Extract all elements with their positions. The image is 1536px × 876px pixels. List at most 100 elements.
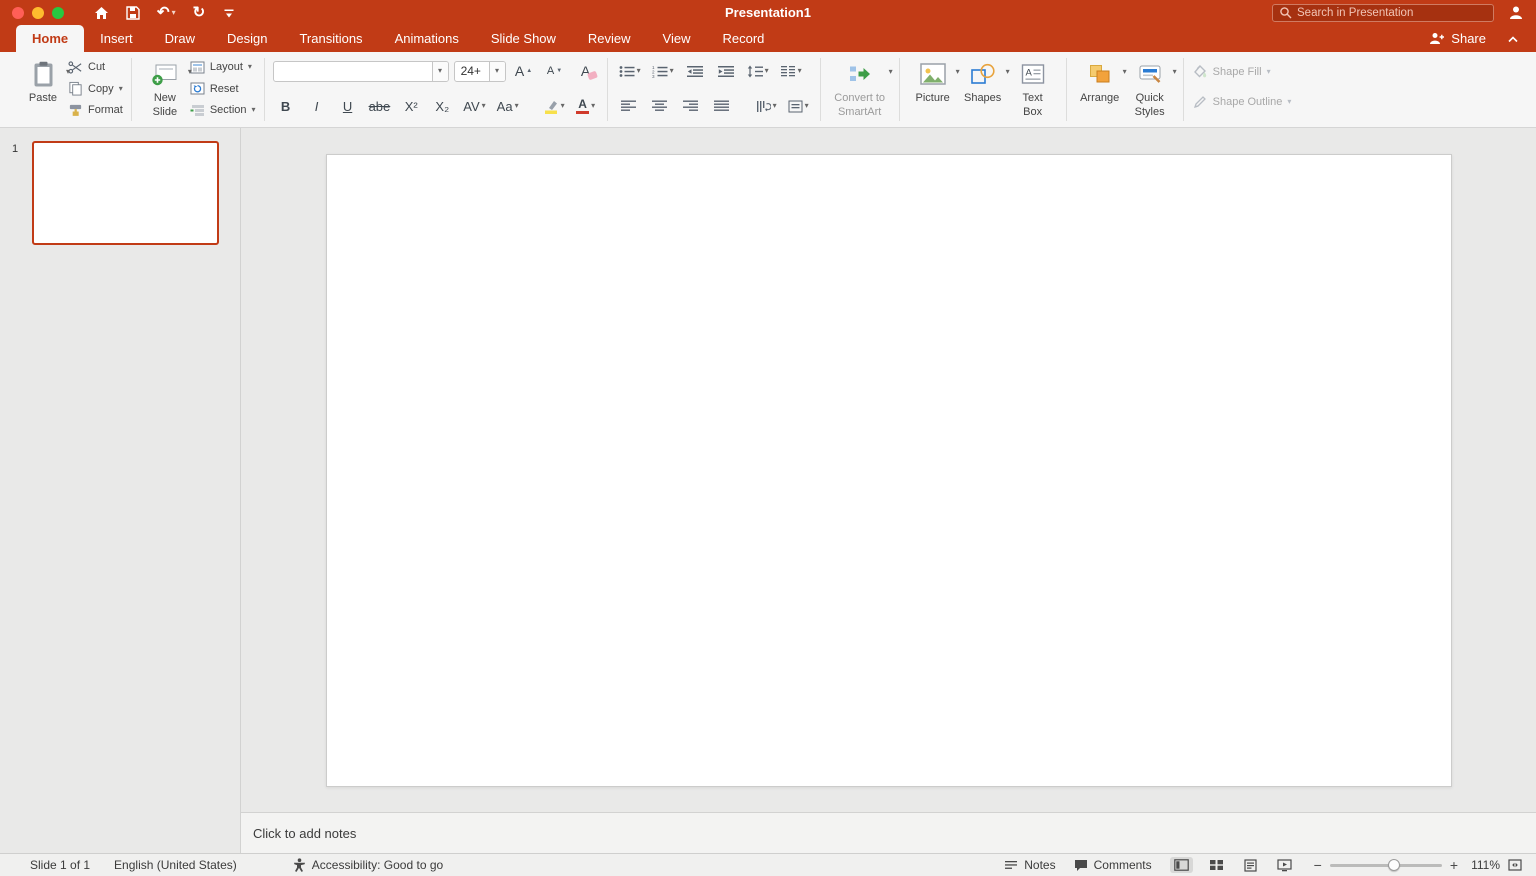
bullets-dropdown-icon[interactable]: ▾ [637, 67, 641, 75]
view-slide-sorter-button[interactable] [1205, 857, 1228, 873]
character-spacing-button[interactable]: AV ▾ [460, 95, 488, 117]
format-painter-button[interactable]: Format [68, 102, 123, 118]
new-slide-button[interactable]: New Slide ▾ [140, 52, 190, 127]
new-slide-dropdown-icon[interactable]: ▾ [188, 68, 192, 76]
slide-thumbnail-1[interactable] [32, 141, 219, 245]
bullets-button[interactable]: ▾ [616, 60, 644, 82]
notes-toggle-button[interactable]: Notes [1004, 858, 1055, 872]
convert-to-smartart-button[interactable]: Convert to SmartArt ▾ [829, 52, 891, 127]
justify-button[interactable] [709, 95, 735, 117]
text-direction-button[interactable]: ▾ [753, 95, 780, 117]
reset-button[interactable]: Reset [190, 81, 256, 97]
font-color-dropdown-icon[interactable]: ▾ [591, 102, 595, 110]
line-spacing-button[interactable]: ▾ [744, 60, 772, 82]
comments-toggle-button[interactable]: Comments [1074, 858, 1152, 872]
tab-record[interactable]: Record [707, 25, 781, 52]
notes-placeholder[interactable]: Click to add notes [253, 826, 356, 841]
tab-view[interactable]: View [647, 25, 707, 52]
decrease-indent-button[interactable] [682, 60, 708, 82]
increase-font-size-button[interactable]: A▲ [511, 60, 537, 82]
redo-button[interactable]: ↻ [193, 5, 206, 20]
superscript-button[interactable]: X² [398, 95, 424, 117]
share-button[interactable]: Share [1429, 31, 1486, 46]
tab-animations[interactable]: Animations [379, 25, 475, 52]
shapes-button[interactable]: Shapes ▾ [958, 52, 1008, 127]
strikethrough-button[interactable]: abe [366, 95, 394, 117]
layout-button[interactable]: Layout ▾ [190, 59, 256, 75]
view-normal-button[interactable] [1170, 857, 1193, 873]
slide-count[interactable]: Slide 1 of 1 [30, 858, 90, 872]
language-selector[interactable]: English (United States) [114, 858, 237, 872]
font-color-button[interactable]: A ▾ [573, 95, 599, 117]
layout-dropdown-icon[interactable]: ▾ [248, 63, 252, 71]
zoom-level[interactable]: 111% [1466, 858, 1500, 872]
copy-dropdown-icon[interactable]: ▾ [119, 85, 123, 93]
fullscreen-window-button[interactable] [52, 7, 64, 19]
copy-button[interactable]: Copy ▾ [68, 81, 123, 97]
paste-button[interactable]: Paste ▾ [18, 52, 68, 127]
zoom-in-button[interactable]: + [1450, 858, 1458, 872]
home-quick-button[interactable] [94, 6, 109, 20]
align-right-button[interactable] [678, 95, 704, 117]
minimize-window-button[interactable] [32, 7, 44, 19]
tab-slide-show[interactable]: Slide Show [475, 25, 572, 52]
account-button[interactable] [1508, 5, 1524, 20]
align-left-button[interactable] [616, 95, 642, 117]
search-input[interactable] [1297, 7, 1487, 19]
customize-toolbar-button[interactable] [222, 6, 236, 20]
accessibility-checker[interactable]: Accessibility: Good to go [293, 858, 443, 872]
columns-button[interactable]: ▾ [777, 60, 805, 82]
shape-outline-button[interactable]: Shape Outline ▾ [1192, 94, 1292, 110]
decrease-font-size-button[interactable]: A▼ [542, 60, 568, 82]
zoom-slider-knob[interactable] [1388, 859, 1400, 871]
undo-button[interactable]: ↶ ▾ [157, 5, 176, 20]
cut-button[interactable]: Cut [68, 59, 123, 75]
arrange-button[interactable]: Arrange ▾ [1075, 52, 1125, 127]
tab-transitions[interactable]: Transitions [283, 25, 378, 52]
align-text-dropdown-icon[interactable]: ▾ [805, 102, 809, 110]
fit-slide-to-window-button[interactable] [1508, 859, 1522, 871]
font-name-select[interactable]: ▾ [273, 61, 449, 82]
paste-dropdown-icon[interactable]: ▾ [66, 68, 70, 76]
align-text-button[interactable]: ▾ [785, 95, 812, 117]
increase-indent-button[interactable] [713, 60, 739, 82]
tab-draw[interactable]: Draw [149, 25, 211, 52]
numbering-button[interactable]: 123 ▾ [649, 60, 677, 82]
change-case-button[interactable]: Aa ▾ [494, 95, 522, 117]
highlight-color-button[interactable]: ▾ [540, 95, 568, 117]
close-window-button[interactable] [12, 7, 24, 19]
view-reading-button[interactable] [1240, 857, 1261, 874]
italic-button[interactable]: I [304, 95, 330, 117]
font-size-select[interactable]: 24+ ▾ [454, 61, 506, 82]
font-name-dropdown[interactable]: ▾ [432, 62, 448, 81]
picture-button[interactable]: Picture ▾ [908, 52, 958, 127]
clear-formatting-button[interactable]: A [573, 60, 599, 82]
slide-1[interactable] [326, 154, 1452, 787]
zoom-out-button[interactable]: − [1314, 858, 1322, 872]
text-box-button[interactable]: A Text Box [1008, 52, 1058, 127]
tab-home[interactable]: Home [16, 25, 84, 52]
tab-design[interactable]: Design [211, 25, 283, 52]
save-button[interactable] [126, 6, 140, 20]
text-direction-dropdown-icon[interactable]: ▾ [773, 102, 777, 110]
collapse-ribbon-button[interactable] [1506, 34, 1520, 44]
subscript-button[interactable]: X₂ [429, 95, 455, 117]
section-button[interactable]: Section ▾ [190, 102, 256, 118]
section-dropdown-icon[interactable]: ▾ [252, 106, 256, 114]
align-center-button[interactable] [647, 95, 673, 117]
numbering-dropdown-icon[interactable]: ▾ [670, 67, 674, 75]
tab-insert[interactable]: Insert [84, 25, 149, 52]
underline-button[interactable]: U [335, 95, 361, 117]
bold-button[interactable]: B [273, 95, 299, 117]
shape-fill-button[interactable]: Shape Fill ▾ [1192, 64, 1292, 80]
quick-styles-button[interactable]: Quick Styles ▾ [1125, 52, 1175, 127]
view-slideshow-button[interactable] [1273, 857, 1296, 874]
smartart-dropdown-icon[interactable]: ▾ [889, 68, 893, 76]
zoom-slider[interactable] [1330, 858, 1442, 872]
highlight-dropdown-icon[interactable]: ▾ [561, 102, 565, 110]
tab-review[interactable]: Review [572, 25, 647, 52]
font-size-dropdown[interactable]: ▾ [489, 62, 505, 81]
quick-styles-dropdown-icon[interactable]: ▾ [1173, 68, 1177, 76]
line-spacing-dropdown-icon[interactable]: ▾ [765, 67, 769, 75]
search-box[interactable] [1272, 4, 1494, 22]
